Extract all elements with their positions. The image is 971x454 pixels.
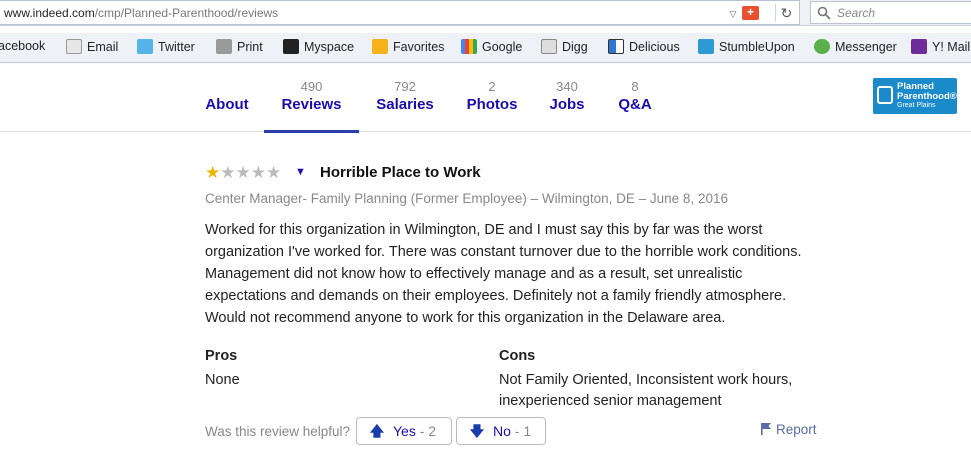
- messenger-icon: [814, 39, 830, 54]
- tab-count: 490: [300, 79, 323, 94]
- yahoo-mail-icon: [911, 39, 927, 54]
- star-empty-icon: ★: [250, 163, 266, 182]
- tab-about[interactable]: About: [198, 64, 256, 132]
- helpful-no-button[interactable]: 🡇 No - 1: [456, 417, 546, 445]
- printer-icon: [216, 39, 232, 54]
- tab-label: Q&A: [618, 96, 652, 113]
- review-body: Worked for this organization in Wilmingt…: [205, 222, 802, 326]
- cons-heading: Cons: [499, 348, 536, 364]
- review-title: Horrible Place to Work: [320, 164, 481, 181]
- bookmark-yahoo-mail[interactable]: Y! Mail: [911, 39, 970, 57]
- arrow-down-icon: 🡇: [469, 423, 485, 439]
- addon-plus-icon[interactable]: +: [742, 6, 759, 20]
- yes-count: - 2: [419, 423, 437, 439]
- tab-count: [198, 78, 256, 96]
- url-history-dropdown-icon[interactable]: ▽: [726, 7, 740, 21]
- bookmark-twitter[interactable]: Twitter: [137, 39, 195, 57]
- report-link[interactable]: Report: [761, 422, 817, 437]
- company-tab-bar: About 490 Reviews 792 Salaries 2 Photos …: [0, 64, 971, 133]
- tab-reviews[interactable]: 490 Reviews: [264, 64, 359, 133]
- tab-label: Photos: [466, 96, 518, 113]
- star-filled-icon: ★: [205, 163, 221, 182]
- tab-photos[interactable]: 2 Photos: [462, 64, 522, 132]
- pros-text: None: [205, 372, 240, 388]
- review-meta: Center Manager- Family Planning (Former …: [205, 191, 728, 206]
- bookmark-facebook[interactable]: acebook: [0, 39, 45, 57]
- bookmark-myspace[interactable]: Myspace: [283, 39, 354, 57]
- logo-mark-icon: [877, 86, 893, 104]
- tab-count: 8: [631, 79, 639, 94]
- digg-icon: [541, 39, 557, 54]
- bookmark-messenger[interactable]: Messenger: [814, 39, 897, 57]
- tab-salaries[interactable]: 792 Salaries: [372, 64, 438, 132]
- bookmark-delicious[interactable]: Delicious: [608, 39, 680, 57]
- star-empty-icon: ★: [220, 163, 236, 182]
- bookmark-stumbleupon[interactable]: StumbleUpon: [698, 39, 795, 57]
- active-tab-underline: [264, 130, 359, 133]
- browser-search-input[interactable]: Search: [810, 1, 971, 24]
- tab-count: 2: [488, 79, 496, 94]
- myspace-icon: [283, 39, 299, 54]
- tab-count: 792: [394, 79, 416, 94]
- helpful-prompt: Was this review helpful?: [205, 424, 351, 439]
- tab-qa[interactable]: 8 Q&A: [614, 64, 656, 132]
- bookmark-email[interactable]: Email: [66, 39, 118, 57]
- bookmark-google[interactable]: Google: [461, 39, 522, 57]
- tab-label: Salaries: [376, 96, 434, 113]
- email-icon: [66, 39, 82, 54]
- helpful-yes-button[interactable]: 🡅 Yes - 2: [356, 417, 452, 445]
- bookmark-print[interactable]: Print: [216, 39, 263, 57]
- pros-heading: Pros: [205, 348, 238, 364]
- tab-jobs[interactable]: 340 Jobs: [546, 64, 588, 132]
- search-placeholder: Search: [837, 6, 876, 20]
- no-count: - 1: [514, 423, 532, 439]
- bookmarks-bar: acebook Email Twitter Print Myspace Favo…: [0, 33, 971, 63]
- company-logo[interactable]: Planned Parenthood® Great Plains: [873, 78, 957, 114]
- cons-text: Not Family Oriented, Inconsistent work h…: [499, 372, 793, 409]
- no-label: No: [493, 423, 511, 439]
- twitter-icon: [137, 39, 153, 54]
- reload-icon[interactable]: ↻: [775, 4, 797, 22]
- url-input[interactable]: www.indeed.com/cmp/Planned-Parenthood/re…: [0, 0, 800, 25]
- star-empty-icon: ★: [235, 163, 251, 182]
- rating-details-dropdown-icon[interactable]: ▼: [295, 166, 306, 178]
- tab-label: About: [205, 96, 249, 113]
- logo-line3: Great Plains: [897, 102, 936, 109]
- bookmark-favorites[interactable]: Favorites: [372, 39, 444, 57]
- stumbleupon-icon: [698, 39, 714, 54]
- yes-label: Yes: [393, 423, 416, 439]
- logo-line2: Parenthood®: [897, 91, 957, 102]
- delicious-icon: [608, 39, 624, 54]
- star-icon: [372, 39, 388, 54]
- google-icon: [461, 39, 477, 54]
- tab-count: 340: [556, 79, 578, 94]
- tab-label: Reviews: [281, 96, 342, 113]
- search-icon: [817, 6, 831, 20]
- tab-label: Jobs: [549, 96, 585, 113]
- bookmark-digg[interactable]: Digg: [541, 39, 588, 57]
- address-bar-row: www.indeed.com/cmp/Planned-Parenthood/re…: [0, 0, 971, 26]
- flag-icon: [761, 423, 771, 435]
- url-text: www.indeed.com/cmp/Planned-Parenthood/re…: [4, 6, 279, 20]
- star-empty-icon: ★: [266, 163, 282, 182]
- report-label: Report: [776, 422, 817, 437]
- star-rating: ★★★★★: [205, 164, 281, 182]
- arrow-up-icon: 🡅: [369, 423, 385, 439]
